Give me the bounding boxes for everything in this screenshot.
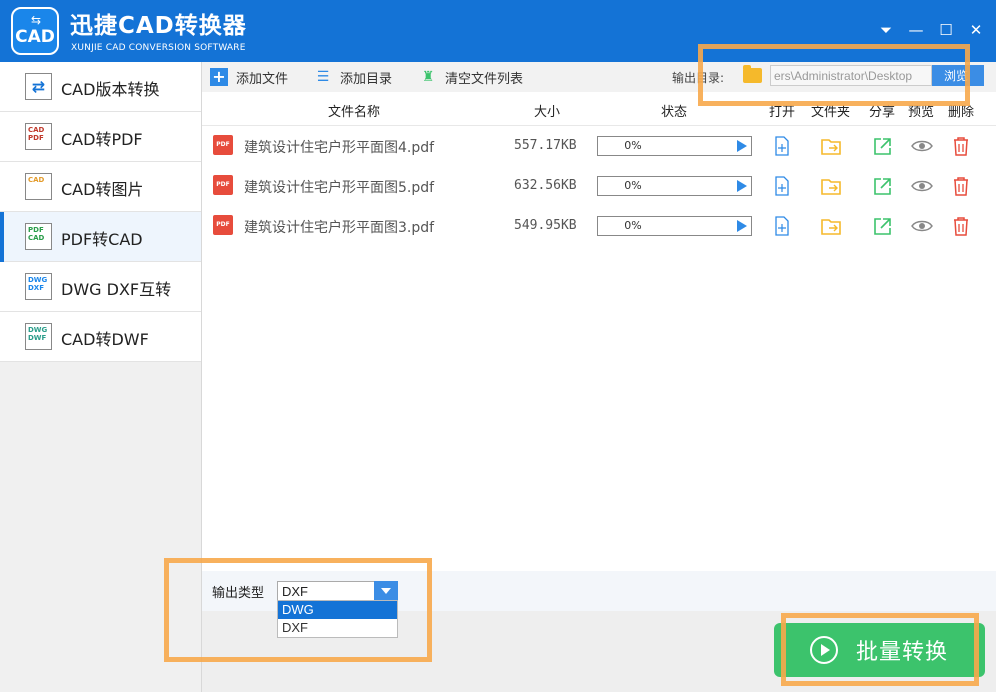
sidebar-item-label: CAD版本转换 <box>61 80 160 99</box>
toolbar: + 添加文件 ☰ 添加目录 ♜ 清空文件列表 输出目录: 浏览 <box>202 62 996 92</box>
title-bar: ⇆ CAD 迅捷CAD转换器 XUNJIE CAD CONVERSION SOF… <box>0 0 996 62</box>
progress-bar: 0% <box>597 176 752 196</box>
pdf-to-cad-icon: PDF CAD <box>25 223 52 250</box>
share-icon[interactable] <box>871 135 893 157</box>
progress-text: 0% <box>624 139 642 152</box>
cad-to-image-icon: CAD <box>25 173 52 200</box>
logo-arrows-icon: ⇆ <box>30 13 42 27</box>
progress-bar: 0% <box>597 136 752 156</box>
play-circle-icon <box>810 636 838 664</box>
start-convert-icon[interactable] <box>737 220 747 232</box>
plus-icon: + <box>210 68 228 86</box>
start-convert-icon[interactable] <box>737 180 747 192</box>
sidebar-item-dwg-dxf[interactable]: DWG DXF DWG DXF互转 <box>0 262 201 312</box>
delete-trash-icon[interactable] <box>950 135 972 157</box>
open-file-icon[interactable] <box>771 175 793 197</box>
clear-list-label: 清空文件列表 <box>445 71 524 87</box>
sidebar-item-pdf-to-cad[interactable]: PDF CAD PDF转CAD <box>0 212 201 262</box>
preview-eye-icon[interactable] <box>911 215 933 237</box>
output-type-label: 输出类型 <box>212 586 265 601</box>
sidebar-item-cad-version[interactable]: ⇄ CAD版本转换 <box>0 62 201 112</box>
output-path-input[interactable] <box>770 65 932 86</box>
progress-text: 0% <box>624 219 642 232</box>
close-button[interactable]: ✕ <box>965 20 987 40</box>
open-folder-icon[interactable] <box>820 135 842 157</box>
sidebar-item-label: CAD转图片 <box>61 180 144 199</box>
table-row[interactable]: PDF 建筑设计住宅户形平面图5.pdf 632.56KB 0% <box>202 166 996 206</box>
version-convert-icon: ⇄ <box>25 73 52 100</box>
sidebar-item-cad-to-image[interactable]: CAD CAD转图片 <box>0 162 201 212</box>
column-header-share: 分享 <box>869 105 896 120</box>
cad-to-dwf-icon: DWG DWF <box>25 323 52 350</box>
logo-text: CAD <box>15 27 55 47</box>
progress-text: 0% <box>624 179 642 192</box>
preview-eye-icon[interactable] <box>911 175 933 197</box>
sidebar: ⇄ CAD版本转换 CAD PDF CAD转PDF CAD CAD转图片 PDF… <box>0 62 202 692</box>
delete-trash-icon[interactable] <box>950 215 972 237</box>
add-file-button[interactable]: + 添加文件 <box>210 67 288 87</box>
sidebar-item-label: PDF转CAD <box>61 230 143 249</box>
batch-convert-button[interactable]: 批量转换 <box>774 623 985 677</box>
dwg-dxf-icon: DWG DXF <box>25 273 52 300</box>
file-name: 建筑设计住宅户形平面图3.pdf <box>244 220 435 236</box>
chevron-down-icon[interactable] <box>374 581 398 601</box>
file-name: 建筑设计住宅户形平面图5.pdf <box>244 180 435 196</box>
pdf-file-icon: PDF <box>213 135 233 155</box>
output-dir-label: 输出目录: <box>672 71 725 85</box>
file-size: 549.95KB <box>514 218 577 233</box>
app-logo-icon: ⇆ CAD <box>11 7 59 55</box>
file-size: 557.17KB <box>514 138 577 153</box>
share-icon[interactable] <box>871 175 893 197</box>
open-file-icon[interactable] <box>771 215 793 237</box>
open-folder-icon[interactable] <box>820 175 842 197</box>
preview-eye-icon[interactable] <box>911 135 933 157</box>
column-header-size: 大小 <box>534 105 561 120</box>
broom-icon: ♜ <box>421 69 435 85</box>
app-subtitle: XUNJIE CAD CONVERSION SOFTWARE <box>71 43 246 53</box>
menu-dropdown-icon[interactable]: ⏷ <box>875 20 897 40</box>
file-name: 建筑设计住宅户形平面图4.pdf <box>244 140 435 156</box>
clear-list-button[interactable]: ♜ 清空文件列表 <box>419 67 523 87</box>
dropdown-option-dwg[interactable]: DWG <box>278 601 397 619</box>
column-header-status: 状态 <box>661 105 688 120</box>
add-file-label: 添加文件 <box>236 71 289 87</box>
output-type-dropdown: DWG DXF <box>277 600 398 638</box>
app-title: 迅捷CAD转换器 <box>70 13 247 39</box>
browse-button[interactable]: 浏览 <box>932 65 984 86</box>
add-folder-button[interactable]: ☰ 添加目录 <box>314 67 392 87</box>
pdf-file-icon: PDF <box>213 175 233 195</box>
batch-convert-label: 批量转换 <box>856 640 949 665</box>
open-file-icon[interactable] <box>771 135 793 157</box>
share-icon[interactable] <box>871 215 893 237</box>
table-row[interactable]: PDF 建筑设计住宅户形平面图3.pdf 549.95KB 0% <box>202 206 996 246</box>
column-header-open: 打开 <box>769 105 796 120</box>
delete-trash-icon[interactable] <box>950 175 972 197</box>
minimize-button[interactable]: — <box>905 20 927 40</box>
sidebar-item-label: CAD转DWF <box>61 330 149 349</box>
cad-to-pdf-icon: CAD PDF <box>25 123 52 150</box>
sidebar-item-label: CAD转PDF <box>61 130 143 149</box>
file-size: 632.56KB <box>514 178 577 193</box>
column-header-name: 文件名称 <box>328 105 381 120</box>
sidebar-item-cad-to-pdf[interactable]: CAD PDF CAD转PDF <box>0 112 201 162</box>
open-folder-icon[interactable] <box>820 215 842 237</box>
column-header-delete: 删除 <box>948 105 975 120</box>
maximize-button[interactable]: ☐ <box>935 20 957 40</box>
dropdown-option-dxf[interactable]: DXF <box>278 619 397 637</box>
file-table-header: 文件名称 大小 状态 打开 文件夹 分享 预览 删除 <box>202 92 996 126</box>
add-folder-label: 添加目录 <box>340 71 393 87</box>
folder-icon[interactable] <box>743 65 762 83</box>
pdf-file-icon: PDF <box>213 215 233 235</box>
list-icon: ☰ <box>316 69 330 85</box>
column-header-folder: 文件夹 <box>811 105 851 120</box>
sidebar-item-label: DWG DXF互转 <box>61 280 172 299</box>
table-row[interactable]: PDF 建筑设计住宅户形平面图4.pdf 557.17KB 0% <box>202 126 996 166</box>
sidebar-item-cad-to-dwf[interactable]: DWG DWF CAD转DWF <box>0 312 201 362</box>
column-header-preview: 预览 <box>908 105 935 120</box>
start-convert-icon[interactable] <box>737 140 747 152</box>
progress-bar: 0% <box>597 216 752 236</box>
